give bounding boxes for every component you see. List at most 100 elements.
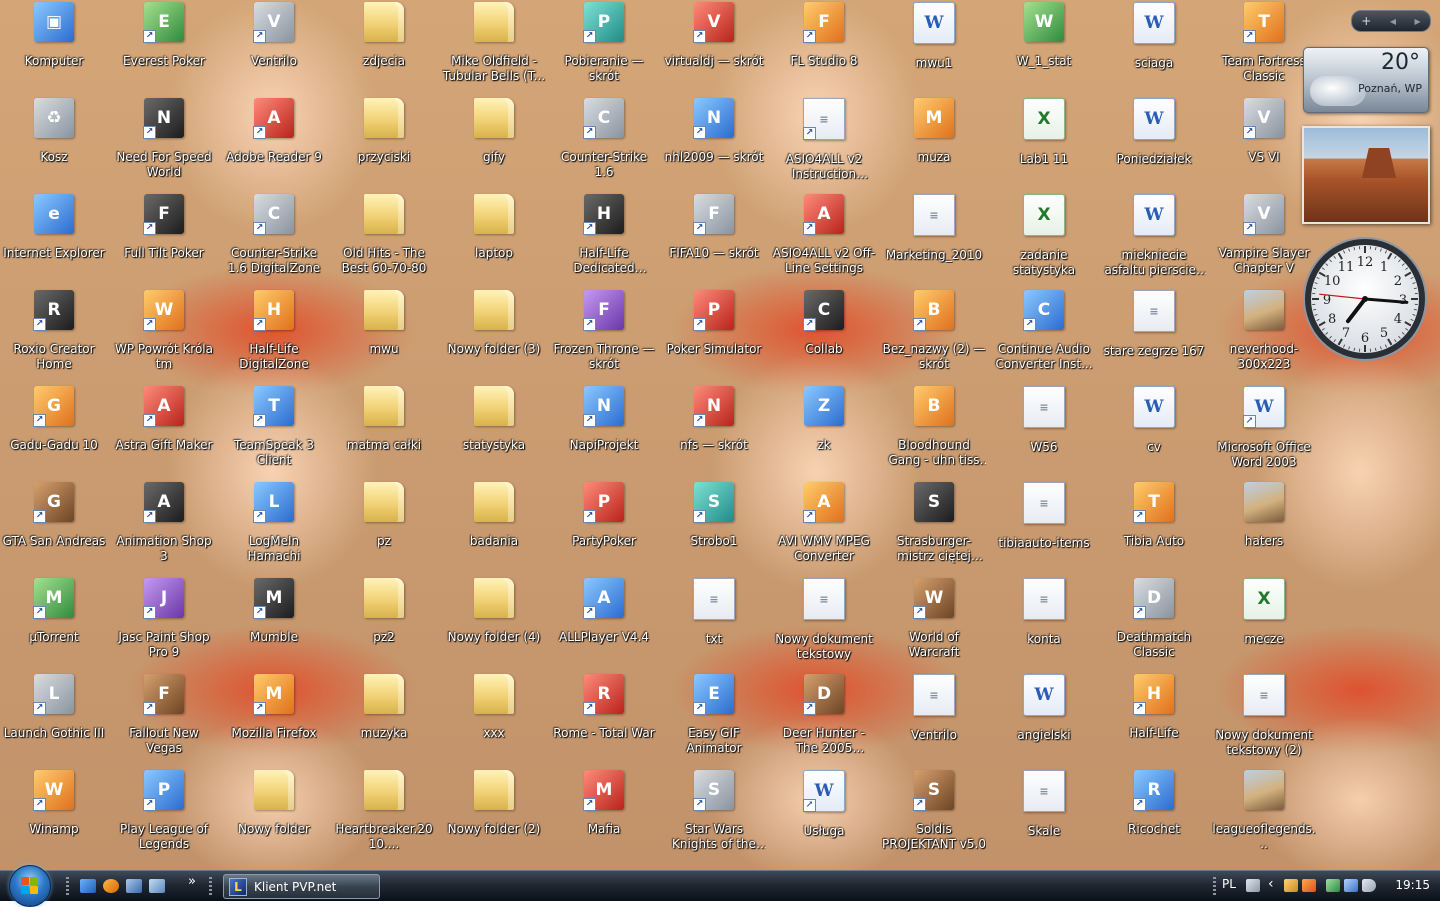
desktop-icon-full-tilt-poker[interactable]: FFull Tilt Poker	[110, 192, 218, 288]
desktop-icon-sciaga[interactable]: Wsciaga	[1100, 0, 1208, 96]
desktop-icon-astra-gift-maker[interactable]: AAstra Gift Maker	[110, 384, 218, 480]
desktop-icon-stare-zegrze-167[interactable]: ≡stare zegrze 167	[1100, 288, 1208, 384]
desktop-icon-frozen-throne-skrot[interactable]: FFrozen Throne — skrót	[550, 288, 658, 384]
taskbar-task-pvpnet[interactable]: L Klient PVP.net	[223, 874, 380, 899]
desktop-icon-teamspeak-3-client[interactable]: TTeamSpeak 3 Client	[220, 384, 328, 480]
taskbar-grip[interactable]	[66, 877, 69, 895]
desktop-icon-continue-audio-converter-inst[interactable]: CContinue Audio Converter Inst...	[990, 288, 1098, 384]
desktop-icon-muza[interactable]: Mmuza	[880, 96, 988, 192]
tray-expand-chevron-icon[interactable]: ‹	[1268, 876, 1274, 892]
add-gadget-button[interactable]: +	[1361, 14, 1371, 28]
desktop-icon-nowy-folder-2[interactable]: Nowy folder (2)	[440, 768, 548, 864]
desktop-icon-poker-simulator[interactable]: PPoker Simulator	[660, 288, 768, 384]
desktop-icon-allplayer-v4-4[interactable]: AALLPlayer V4.4	[550, 576, 658, 672]
desktop-icon-mike-oldfield-tubular-bells-t[interactable]: Mike Oldfield - Tubular Bells (T...	[440, 0, 548, 96]
desktop-icon-soldis-projektant-v5-0[interactable]: SSoldis PROJEKTANT v5.0	[880, 768, 988, 864]
desktop-icon-przyciski[interactable]: przyciski	[330, 96, 438, 192]
desktop-icon-gadu-gadu-10[interactable]: GGadu-Gadu 10	[0, 384, 108, 480]
desktop-icon-ricochet[interactable]: RRicochet	[1100, 768, 1208, 864]
language-indicator[interactable]: PL	[1222, 877, 1236, 891]
desktop-icon-mozilla-firefox[interactable]: MMozilla Firefox	[220, 672, 328, 768]
desktop-icon-everest-poker[interactable]: EEverest Poker	[110, 0, 218, 96]
desktop-icon-gify[interactable]: gify	[440, 96, 548, 192]
switch-windows-icon[interactable]	[126, 879, 142, 893]
desktop-icon-fl-studio-8[interactable]: FFL Studio 8	[770, 0, 878, 96]
keyboard-icon[interactable]	[1246, 879, 1260, 892]
desktop-icon-us-uga[interactable]: WUsługa	[770, 768, 878, 864]
desktop-icon-internet-explorer[interactable]: eInternet Explorer	[0, 192, 108, 288]
desktop-icon-logmein-hamachi[interactable]: LLogMeIn Hamachi	[220, 480, 328, 576]
tray-grip[interactable]	[1213, 877, 1216, 895]
desktop-icon-tibiaauto-items[interactable]: ≡tibiaauto-items	[990, 480, 1098, 576]
previous-gadget-button[interactable]: ◀	[1390, 17, 1396, 26]
show-desktop-icon[interactable]	[80, 879, 96, 893]
desktop-icon-angielski[interactable]: Wangielski	[990, 672, 1098, 768]
desktop-icon-animation-shop-3[interactable]: AAnimation Shop 3	[110, 480, 218, 576]
desktop-icon-counter-strike-1-6-digitalzone[interactable]: CCounter-Strike 1.6 DigitalZone	[220, 192, 328, 288]
desktop-icon-napiprojekt[interactable]: NNapiProjekt	[550, 384, 658, 480]
desktop-icon-avi-wmv-mpeg-converter[interactable]: AAVI WMV MPEG Converter	[770, 480, 878, 576]
desktop-icon-nowy-dokument-tekstowy-2[interactable]: ≡Nowy dokument tekstowy (2)	[1210, 672, 1318, 768]
desktop-icon-star-wars-knights-of-the-old-republic[interactable]: SStar Wars Knights of the Old Republic	[660, 768, 768, 864]
desktop-icon-partypoker[interactable]: PPartyPoker	[550, 480, 658, 576]
desktop-icon-strobo1[interactable]: SStrobo1	[660, 480, 768, 576]
desktop-icon-haters[interactable]: haters	[1210, 480, 1318, 576]
desktop-icon-lab1-11[interactable]: XLab1 11	[990, 96, 1098, 192]
desktop-icon-easy-gif-animator[interactable]: EEasy GIF Animator	[660, 672, 768, 768]
desktop-icon-half-life-digitalzone[interactable]: HHalf-Life DigitalZone	[220, 288, 328, 384]
desktop-icon-cv[interactable]: Wcv	[1100, 384, 1208, 480]
clock-gadget[interactable]: 123456789101112	[1302, 236, 1428, 362]
desktop-icon-half-life-dedicated-server[interactable]: HHalf-Life Dedicated Server	[550, 192, 658, 288]
desktop-icon-mwu[interactable]: mwu	[330, 288, 438, 384]
desktop-icon-need-for-speed-world[interactable]: NNeed For Speed World	[110, 96, 218, 192]
desktop-icon-konta[interactable]: ≡konta	[990, 576, 1098, 672]
desktop-icon-nowy-folder-4[interactable]: Nowy folder (4)	[440, 576, 548, 672]
media-player-icon[interactable]	[103, 879, 119, 893]
desktop-icon-pz[interactable]: pz	[330, 480, 438, 576]
start-button[interactable]	[9, 865, 51, 907]
weather-gadget[interactable]: 20° Poznań, WP	[1303, 47, 1429, 113]
desktop-icon-komputer[interactable]: ▣Komputer	[0, 0, 108, 96]
desktop-icon-poniedzia-ek[interactable]: WPoniedziałek	[1100, 96, 1208, 192]
desktop-icon-fallout-new-vegas[interactable]: FFallout New Vegas	[110, 672, 218, 768]
desktop-icon-zk[interactable]: Zzk	[770, 384, 878, 480]
desktop-icon-leagueoflegends[interactable]: leagueoflegends...	[1210, 768, 1318, 864]
desktop-icon-zdjecia[interactable]: zdjecia	[330, 0, 438, 96]
desktop[interactable]: ▣Komputer♻KoszeInternet ExplorerRRoxio C…	[0, 0, 1440, 870]
taskbar-clock[interactable]: 19:15	[1395, 878, 1430, 892]
desktop-icon-laptop[interactable]: laptop	[440, 192, 548, 288]
desktop-icon-mecze[interactable]: Xmecze	[1210, 576, 1318, 672]
desktop-icon-skale[interactable]: ≡Skale	[990, 768, 1098, 864]
desktop-icon-strasburger-mistrz-cietej-riposty-mp4[interactable]: SStrasburger-mistrz ciętej riposty.mp4	[880, 480, 988, 576]
desktop-icon-roxio-creator-home[interactable]: RRoxio Creator Home	[0, 288, 108, 384]
desktop-icon-jasc-paint-shop-pro-9[interactable]: JJasc Paint Shop Pro 9	[110, 576, 218, 672]
desktop-icon-nfs-skrot[interactable]: Nnfs — skrót	[660, 384, 768, 480]
desktop-icon-nowy-folder-3[interactable]: Nowy folder (3)	[440, 288, 548, 384]
desktop-icon-tibia-auto[interactable]: TTibia Auto	[1100, 480, 1208, 576]
desktop-icon-rome-total-war[interactable]: RRome - Total War	[550, 672, 658, 768]
desktop-icon-badania[interactable]: badania	[440, 480, 548, 576]
desktop-icon-muzyka[interactable]: muzyka	[330, 672, 438, 768]
desktop-icon-pobieranie-skrot[interactable]: PPobieranie — skrót	[550, 0, 658, 96]
taskbar-grip-2[interactable]	[209, 877, 212, 895]
desktop-icon-mwu1[interactable]: Wmwu1	[880, 0, 988, 96]
desktop-icon-asio4all-v2-off-line-settings[interactable]: AASIO4ALL v2 Off-Line Settings	[770, 192, 878, 288]
desktop-icon-ventrilo[interactable]: VVentrilo	[220, 0, 328, 96]
desktop-icon-virtualdj-skrot[interactable]: Vvirtualdj — skrót	[660, 0, 768, 96]
desktop-icon-txt[interactable]: ≡txt	[660, 576, 768, 672]
monitor-tray-icon[interactable]	[1326, 879, 1340, 892]
desktop-icon-statystyka[interactable]: statystyka	[440, 384, 548, 480]
desktop-icon-w56[interactable]: ≡W56	[990, 384, 1098, 480]
desktop-icon-xxx[interactable]: xxx	[440, 672, 548, 768]
desktop-icon-old-hits-the-best-60-70-80[interactable]: Old Hits - The Best 60-70-80	[330, 192, 438, 288]
desktop-icon-deer-hunter-the-2005-season[interactable]: DDeer Hunter - The 2005 Season	[770, 672, 878, 768]
desktop-icon-marketing-2010[interactable]: ≡Marketing_2010	[880, 192, 988, 288]
desktop-icon-heartbreaker-2010[interactable]: Heartbreaker.2010....	[330, 768, 438, 864]
desktop-icon-nowy-folder[interactable]: Nowy folder	[220, 768, 328, 864]
desktop-icon-asio4all-v2-instruction-manual[interactable]: ≡ASIO4ALL v2 Instruction Manual	[770, 96, 878, 192]
desktop-icon-launch-gothic-iii[interactable]: LLaunch Gothic III	[0, 672, 108, 768]
desktop-icon-wp-powrot-krola-tm[interactable]: WWP Powrót Króla tm	[110, 288, 218, 384]
desktop-icon-half-life[interactable]: HHalf-Life	[1100, 672, 1208, 768]
volume-icon[interactable]	[1362, 879, 1376, 892]
desktop-icon-winamp[interactable]: WWinamp	[0, 768, 108, 864]
